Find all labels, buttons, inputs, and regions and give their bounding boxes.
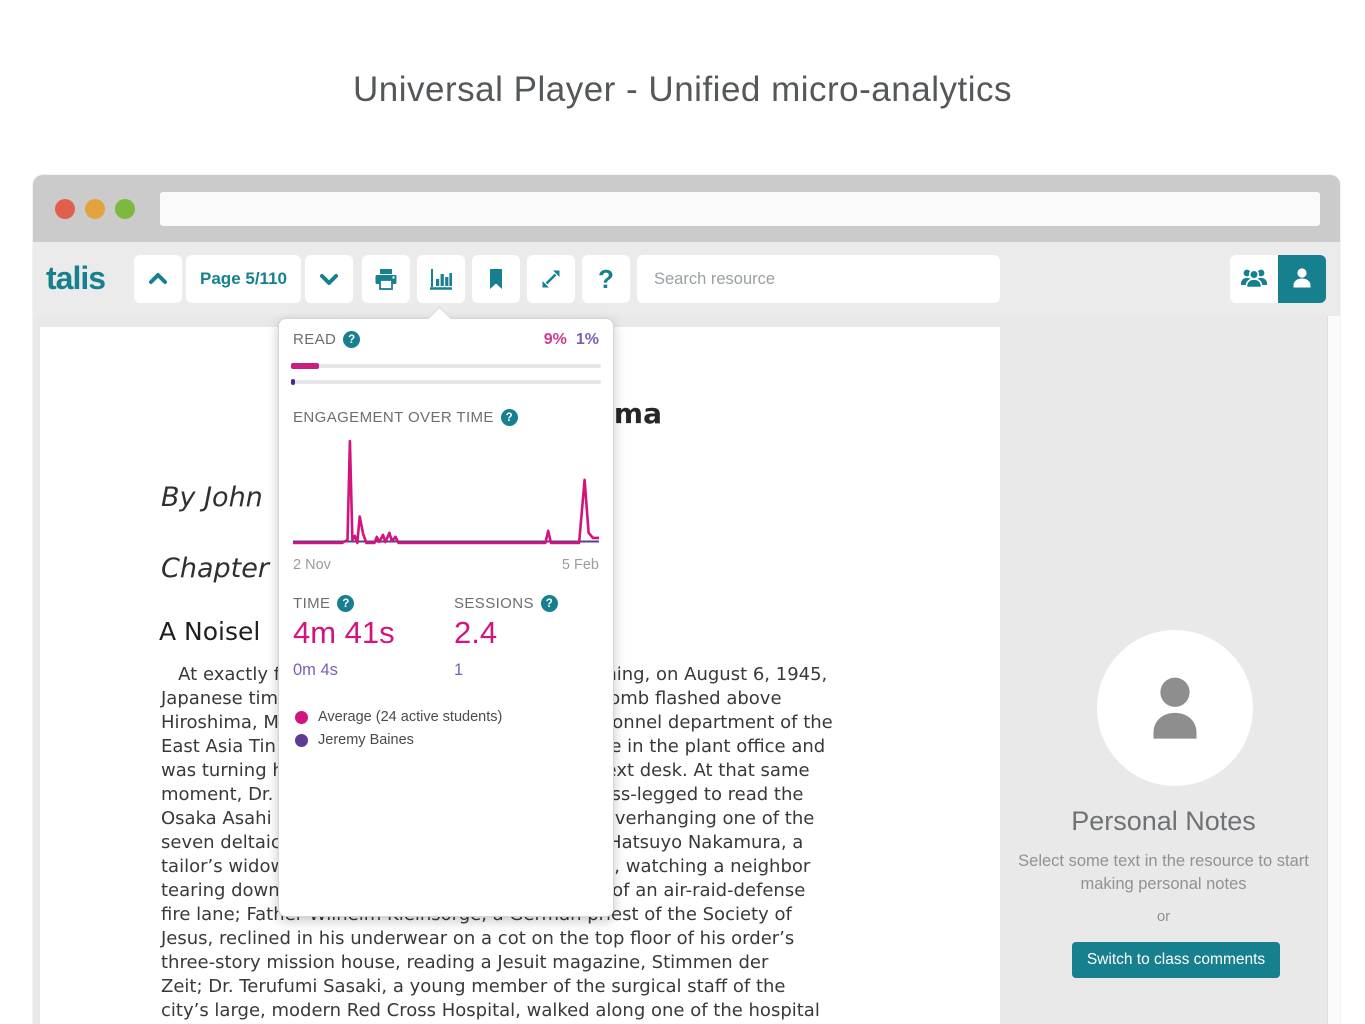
document-byline: By John bbox=[161, 482, 263, 513]
legend-item-average: Average (24 active students) bbox=[295, 709, 502, 725]
chevron-up-icon bbox=[146, 267, 170, 291]
axis-start-label: 2 Nov bbox=[293, 557, 331, 573]
print-button[interactable] bbox=[362, 255, 410, 303]
legend-dot-average bbox=[295, 711, 308, 724]
browser-chrome bbox=[33, 175, 1340, 242]
next-page-button[interactable] bbox=[305, 255, 353, 303]
legend-item-student: Jeremy Baines bbox=[295, 732, 414, 748]
read-student-percent: 1% bbox=[576, 331, 599, 348]
or-separator: or bbox=[1000, 908, 1327, 925]
close-button[interactable] bbox=[55, 199, 75, 219]
notes-mode-toggle bbox=[1230, 255, 1326, 303]
help-icon[interactable]: ? bbox=[541, 595, 558, 612]
document-section-heading: A Noisel bbox=[159, 617, 260, 646]
chevron-down-icon bbox=[317, 267, 341, 291]
maximize-button[interactable] bbox=[115, 199, 135, 219]
engagement-label: ENGAGEMENT OVER TIME bbox=[293, 409, 494, 426]
class-comments-toggle-button[interactable] bbox=[1230, 255, 1278, 303]
group-icon bbox=[1239, 266, 1269, 293]
avatar bbox=[1097, 630, 1253, 786]
help-button[interactable]: ? bbox=[582, 255, 630, 303]
personal-notes-title: Personal Notes bbox=[1000, 806, 1327, 837]
chart-x-axis: 2 Nov 5 Feb bbox=[293, 557, 599, 573]
browser-window: talis Page 5/110 bbox=[33, 175, 1340, 1024]
document-line: Zeit; Dr. Terufumi Sasaki, a young membe… bbox=[161, 975, 833, 999]
talis-logo: talis bbox=[46, 260, 105, 297]
person-icon bbox=[1132, 663, 1218, 754]
read-average-percent: 9% bbox=[544, 331, 567, 348]
page-indicator[interactable]: Page 5/110 bbox=[186, 255, 301, 303]
legend-label-student: Jeremy Baines bbox=[318, 732, 414, 748]
time-average-value: 4m 41s bbox=[293, 615, 395, 651]
axis-end-label: 5 Feb bbox=[562, 557, 599, 573]
bookmark-button[interactable] bbox=[472, 255, 520, 303]
fullscreen-button[interactable] bbox=[527, 255, 575, 303]
sessions-average-value: 2.4 bbox=[454, 615, 497, 651]
document-line: three-story mission house, reading a Jes… bbox=[161, 951, 833, 975]
help-icon[interactable]: ? bbox=[343, 331, 360, 348]
page-title: Universal Player - Unified micro-analyti… bbox=[0, 70, 1365, 110]
read-progress-average bbox=[291, 364, 601, 368]
time-student-value: 0m 4s bbox=[293, 661, 338, 680]
scrollbar[interactable] bbox=[1327, 316, 1340, 1024]
bar-chart-icon bbox=[427, 265, 455, 293]
search-input[interactable] bbox=[637, 255, 1000, 303]
document-chapter: Chapter bbox=[161, 553, 269, 584]
bookmark-icon bbox=[484, 267, 508, 291]
time-label: TIME bbox=[293, 595, 330, 612]
previous-page-button[interactable] bbox=[134, 255, 182, 303]
help-icon[interactable]: ? bbox=[337, 595, 354, 612]
document-line: city’s large, modern Red Cross Hospital,… bbox=[161, 999, 833, 1023]
legend-label-average: Average (24 active students) bbox=[318, 709, 502, 725]
question-mark-icon: ? bbox=[598, 264, 614, 295]
document-line: Jesus, reclined in his underwear on a co… bbox=[161, 927, 833, 951]
player-toolbar: talis Page 5/110 bbox=[33, 242, 1340, 316]
address-bar[interactable] bbox=[160, 192, 1320, 226]
minimize-button[interactable] bbox=[85, 199, 105, 219]
analytics-button[interactable] bbox=[417, 255, 465, 303]
help-icon[interactable]: ? bbox=[501, 409, 518, 426]
read-label: READ bbox=[293, 331, 336, 348]
person-icon bbox=[1289, 265, 1315, 294]
printer-icon bbox=[373, 266, 399, 292]
legend-dot-student bbox=[295, 734, 308, 747]
switch-to-class-comments-button[interactable]: Switch to class comments bbox=[1072, 942, 1280, 978]
expand-icon bbox=[539, 267, 563, 291]
sessions-student-value: 1 bbox=[454, 661, 463, 680]
analytics-popover: READ ? 9% 1% ENGAGEMENT OVER TIME ? 2 Nov… bbox=[278, 318, 614, 917]
personal-notes-instructions: Select some text in the resource to star… bbox=[1006, 850, 1321, 896]
personal-notes-toggle-button[interactable] bbox=[1278, 255, 1326, 303]
read-progress-student bbox=[291, 380, 601, 384]
sessions-label: SESSIONS bbox=[454, 595, 534, 612]
engagement-chart bbox=[293, 439, 599, 545]
personal-notes-panel: Personal Notes Select some text in the r… bbox=[1000, 316, 1327, 1024]
